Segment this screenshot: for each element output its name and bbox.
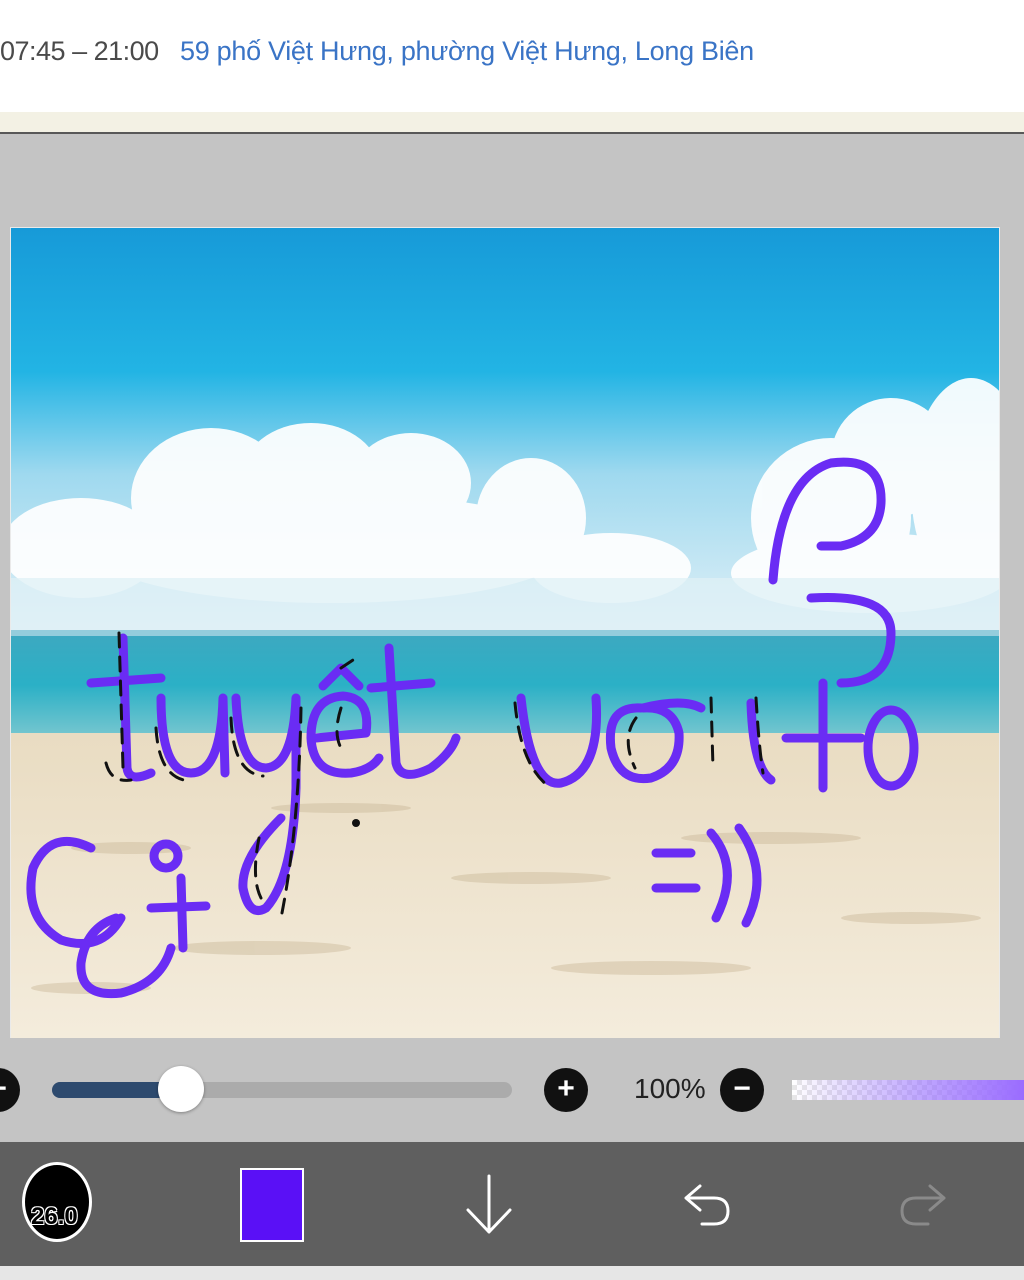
opacity-minus-button[interactable]: − bbox=[720, 1068, 764, 1112]
brush-size-plus-button[interactable]: + bbox=[544, 1068, 588, 1112]
drawing-canvas[interactable] bbox=[10, 227, 1000, 1039]
redo-icon[interactable] bbox=[896, 1178, 950, 1228]
opening-hours: 07:45 – 21:00 bbox=[0, 36, 159, 66]
brush-size-slider[interactable] bbox=[52, 1082, 512, 1098]
header-bar: 07:45 – 21:00 59 phố Việt Hưng, phường V… bbox=[0, 0, 1024, 112]
undo-icon[interactable] bbox=[680, 1178, 734, 1228]
brush-size-icon[interactable]: 26.0 bbox=[22, 1162, 92, 1242]
brush-size-label: 26.0 bbox=[31, 1203, 78, 1230]
opacity-slider[interactable] bbox=[792, 1080, 1024, 1100]
color-swatch[interactable] bbox=[240, 1168, 304, 1242]
beach-photo bbox=[11, 228, 999, 1038]
download-arrow-icon[interactable] bbox=[462, 1172, 516, 1238]
brush-size-slider-handle[interactable] bbox=[157, 1066, 204, 1112]
address-link[interactable]: 59 phố Việt Hưng, phường Việt Hưng, Long… bbox=[180, 36, 754, 67]
bottom-edge bbox=[0, 1266, 1024, 1280]
header-divider bbox=[0, 112, 1024, 134]
opacity-value: 100% bbox=[634, 1073, 706, 1104]
